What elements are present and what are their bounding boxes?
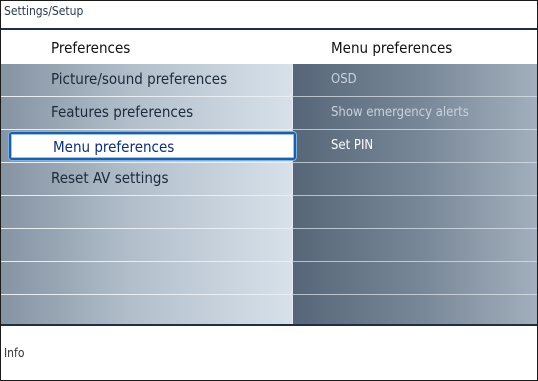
menu-item-empty: [1, 229, 293, 262]
submenu-item-empty: [293, 196, 537, 229]
right-column-title: Menu preferences: [331, 39, 453, 57]
menu-item-label: Features preferences: [51, 103, 194, 121]
menu-item-picture-sound[interactable]: Picture/sound preferences: [1, 64, 293, 97]
settings-menu-window: Settings/Setup Preferences Menu preferen…: [0, 0, 538, 381]
menu-item-empty: [1, 196, 293, 229]
menu-item-empty: [1, 262, 293, 295]
menu-item-menu-preferences[interactable]: Menu preferences: [9, 132, 296, 160]
submenu-item-set-pin[interactable]: Set PIN: [293, 130, 537, 163]
submenu-item-emergency-alerts: Show emergency alerts: [293, 97, 537, 130]
submenu-item-empty: [293, 163, 537, 196]
menu-item-label: Reset AV settings: [51, 169, 169, 187]
left-column-title: Preferences: [51, 39, 131, 57]
menu-item-label: Picture/sound preferences: [51, 70, 228, 88]
submenu-item-empty: [293, 229, 537, 262]
submenu-item-label: Set PIN: [331, 138, 374, 153]
submenu-item-label: Show emergency alerts: [331, 105, 469, 120]
header-divider: [1, 28, 537, 30]
submenu-item-empty: [293, 262, 537, 295]
menu-item-features[interactable]: Features preferences: [1, 97, 293, 130]
submenu-item-osd: OSD: [293, 64, 537, 97]
menu-item-reset-av[interactable]: Reset AV settings: [1, 163, 293, 196]
left-menu-panel: Picture/sound preferences Features prefe…: [1, 64, 293, 328]
info-label: Info: [4, 346, 25, 360]
submenu-item-label: OSD: [331, 72, 357, 87]
menu-item-label: Menu preferences: [53, 138, 175, 156]
footer-divider: [1, 324, 537, 326]
right-submenu-panel: OSD Show emergency alerts Set PIN: [293, 64, 537, 324]
breadcrumb: Settings/Setup: [4, 4, 84, 18]
